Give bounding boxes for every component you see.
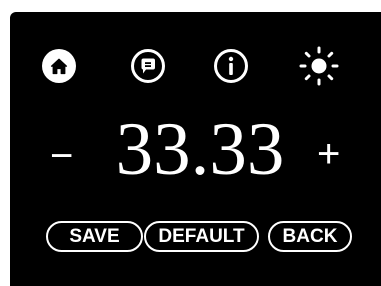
- chat-icon[interactable]: [130, 48, 166, 84]
- increment-button[interactable]: +: [317, 134, 340, 174]
- device-screen: − 33.33 + SAVE DEFAULT BACK: [10, 12, 381, 286]
- setting-value: 33.33: [115, 108, 285, 191]
- back-button[interactable]: BACK: [268, 221, 352, 252]
- info-icon[interactable]: [213, 48, 249, 84]
- brightness-icon[interactable]: [297, 44, 341, 88]
- default-button[interactable]: DEFAULT: [144, 221, 259, 252]
- save-button[interactable]: SAVE: [46, 221, 143, 252]
- home-icon[interactable]: [41, 48, 77, 84]
- decrement-button[interactable]: −: [50, 136, 73, 176]
